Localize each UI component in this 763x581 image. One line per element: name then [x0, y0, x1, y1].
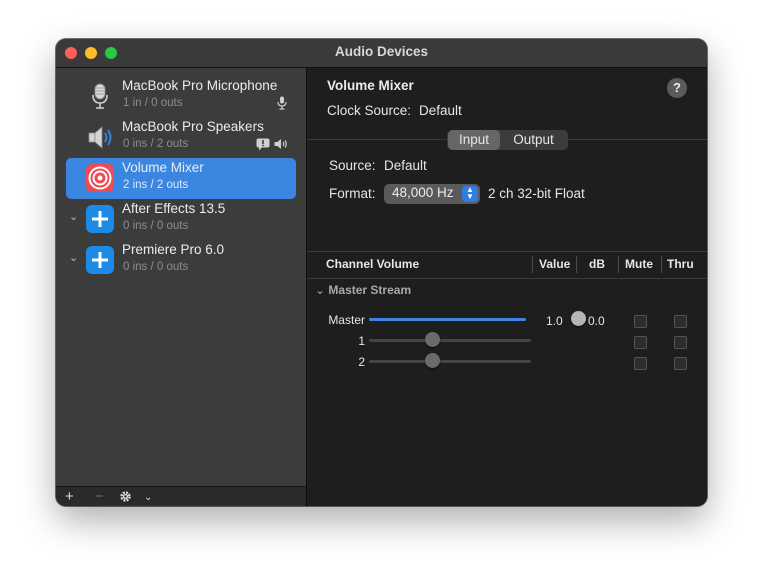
channel-table-header: Channel Volume Value dB Mute Thru	[307, 251, 707, 279]
master-stream-group[interactable]: ⌄ Master Stream	[315, 283, 411, 297]
plus-icon	[86, 205, 114, 233]
chevron-down-icon[interactable]: ⌄	[69, 251, 78, 264]
channel-label-2: 2	[358, 355, 365, 369]
column-separator	[661, 256, 662, 273]
title-bar[interactable]: Audio Devices	[56, 39, 707, 68]
microphone-icon	[92, 83, 108, 109]
master-mute-checkbox[interactable]	[634, 315, 647, 328]
chevron-down-icon: ⌄	[315, 283, 326, 297]
column-mute[interactable]: Mute	[625, 257, 653, 271]
tab-output[interactable]: Output	[502, 130, 565, 150]
device-title: Volume Mixer	[327, 78, 414, 93]
channel-label-master: Master	[328, 313, 365, 327]
gear-icon[interactable]	[119, 490, 132, 503]
tab-input[interactable]: Input	[448, 130, 500, 150]
column-value[interactable]: Value	[539, 257, 570, 271]
channel-1-thru-checkbox[interactable]	[674, 336, 687, 349]
channel-2-volume-slider[interactable]	[369, 360, 531, 363]
device-io: 0 ins / 0 outs	[123, 220, 189, 232]
volume-mixer-icon	[86, 164, 114, 192]
column-separator	[576, 256, 577, 273]
speaker-icon	[88, 126, 112, 149]
device-name: Premiere Pro 6.0	[122, 242, 225, 257]
sidebar-toolbar: + − ⌄	[56, 486, 306, 506]
channel-2-thru-checkbox[interactable]	[674, 357, 687, 370]
channel-1-volume-slider[interactable]	[369, 339, 531, 342]
clock-source-label: Clock Source:	[327, 103, 412, 118]
source-label: Source:	[329, 158, 376, 173]
speaker-badge-icon	[274, 139, 287, 149]
device-name: MacBook Pro Microphone	[122, 78, 278, 93]
format-detail: 2 ch 32-bit Float	[488, 186, 585, 201]
up-down-arrows-icon: ▲ ▼	[462, 186, 478, 202]
audio-devices-window: Audio Devices MacBook Pro Microphone 1 i…	[56, 39, 707, 506]
window-title: Audio Devices	[334, 44, 429, 59]
channel-2-volume-knob[interactable]	[425, 353, 440, 368]
device-item-premiere-pro[interactable]: ⌄ Premiere Pro 6.0 0 ins / 0 outs	[66, 240, 296, 281]
column-db[interactable]: dB	[589, 257, 605, 271]
master-volume-knob[interactable]	[571, 311, 586, 326]
device-item-macbook-pro-microphone[interactable]: MacBook Pro Microphone 1 in / 0 outs	[66, 76, 296, 117]
device-io: 2 ins / 2 outs	[123, 179, 189, 191]
master-volume-slider[interactable]	[369, 318, 526, 321]
device-name: After Effects 13.5	[122, 201, 226, 216]
device-io: 0 ins / 0 outs	[123, 261, 189, 273]
add-device-button[interactable]: +	[65, 488, 74, 506]
clock-source-value[interactable]: Default	[419, 103, 462, 118]
column-channel-volume[interactable]: Channel Volume	[326, 257, 419, 271]
source-value[interactable]: Default	[384, 158, 427, 173]
help-button[interactable]: ?	[667, 78, 687, 98]
format-value: 48,000 Hz	[392, 185, 454, 200]
device-io: 0 ins / 2 outs	[123, 138, 189, 150]
chevron-down-icon[interactable]: ⌄	[144, 489, 152, 506]
group-title: Master Stream	[328, 283, 412, 297]
device-item-after-effects[interactable]: ⌄ After Effects 13.5 0 ins / 0 outs	[66, 199, 296, 240]
remove-device-button[interactable]: −	[95, 488, 104, 506]
plus-icon	[86, 246, 114, 274]
format-label: Format:	[329, 186, 376, 201]
device-name: Volume Mixer	[122, 160, 204, 175]
device-list-sidebar: MacBook Pro Microphone 1 in / 0 outs Mac…	[56, 68, 307, 506]
device-item-macbook-pro-speakers[interactable]: MacBook Pro Speakers 0 ins / 2 outs	[66, 117, 296, 158]
master-thru-checkbox[interactable]	[674, 315, 687, 328]
device-io: 1 in / 0 outs	[123, 97, 183, 109]
channel-label-1: 1	[358, 334, 365, 348]
master-value: 1.0	[546, 314, 563, 328]
alert-badge-icon	[256, 138, 270, 151]
column-thru[interactable]: Thru	[667, 257, 694, 271]
chevron-down-icon[interactable]: ⌄	[69, 210, 78, 223]
slider-fill	[369, 318, 526, 321]
channel-1-volume-knob[interactable]	[425, 332, 440, 347]
column-separator	[618, 256, 619, 273]
device-name: MacBook Pro Speakers	[122, 119, 264, 134]
channel-2-mute-checkbox[interactable]	[634, 357, 647, 370]
column-separator	[532, 256, 533, 273]
microphone-badge-icon	[277, 96, 287, 110]
format-popup-button[interactable]: 48,000 Hz ▲ ▼	[384, 184, 480, 204]
master-db: 0.0	[588, 314, 605, 328]
device-detail-pane: Volume Mixer ? Clock Source: Default Inp…	[307, 68, 707, 506]
input-output-tabs: Input Output	[447, 130, 568, 150]
channel-1-mute-checkbox[interactable]	[634, 336, 647, 349]
device-item-volume-mixer[interactable]: Volume Mixer 2 ins / 2 outs	[66, 158, 296, 199]
